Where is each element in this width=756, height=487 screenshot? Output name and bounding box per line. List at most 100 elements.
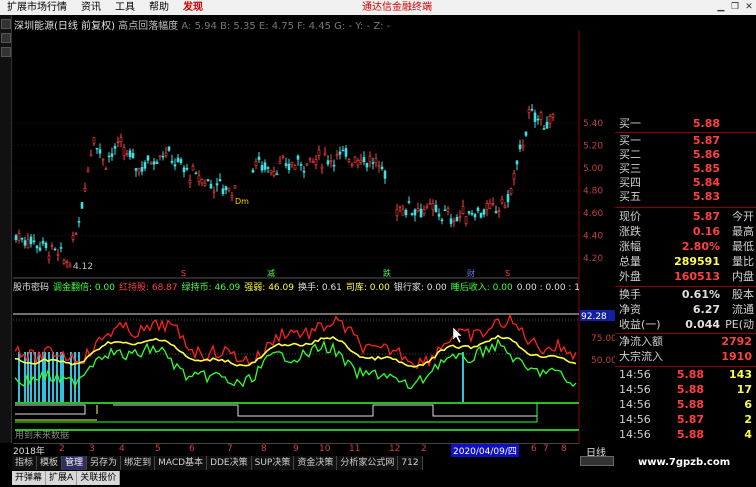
- bottom-tab[interactable]: 关联报价: [77, 471, 121, 485]
- formula-tab[interactable]: 管理: [62, 456, 88, 470]
- menu-item-help[interactable]: 帮助: [142, 0, 176, 15]
- candle-body: [38, 247, 42, 251]
- candle-body: [152, 161, 156, 165]
- tick-row[interactable]: 14:56 5.88 4: [617, 428, 756, 442]
- candle-body: [173, 164, 177, 167]
- candle-body: [482, 209, 486, 215]
- menu-item-tools[interactable]: 工具: [108, 0, 142, 15]
- candle-body: [485, 203, 489, 211]
- quote-value: 5.84: [692, 176, 720, 189]
- candle-body: [35, 245, 39, 249]
- candle-body: [275, 173, 279, 176]
- bid-row[interactable]: 买五 5.83: [617, 190, 756, 204]
- quote-label: 买五: [619, 190, 641, 203]
- bottom-tab[interactable]: 扩展A: [46, 471, 78, 485]
- tool-button[interactable]: [1, 47, 11, 57]
- month-tick: 10: [319, 444, 331, 454]
- chart-area[interactable]: 4.12 Dm S 减 跌 财 S 5.40 5.20 5.00 4.80 4.60 4.…: [13, 30, 615, 444]
- candle-body: [548, 116, 552, 124]
- candle-body: [164, 152, 168, 156]
- tool-button[interactable]: [1, 19, 11, 29]
- formula-tab[interactable]: DDE决策: [207, 456, 252, 470]
- indicator-value: 强弱: 46.09: [244, 283, 294, 293]
- formula-tab[interactable]: 模板: [37, 456, 63, 470]
- stat-row[interactable]: 总量 289591 量比: [617, 255, 756, 269]
- candle-body: [404, 209, 408, 216]
- stat-row[interactable]: 外盘 160513 内盘: [617, 270, 756, 284]
- candle-body: [266, 167, 270, 169]
- price-axis-label: 4.40: [583, 232, 603, 242]
- formula-tab[interactable]: 指标: [12, 456, 38, 470]
- event-marker[interactable]: 财: [467, 268, 475, 278]
- stat-row[interactable]: 净资 6.27 流通: [617, 303, 756, 317]
- candle-body: [470, 213, 474, 215]
- event-marker[interactable]: S: [505, 269, 510, 278]
- quote-value: 0.16: [692, 225, 720, 238]
- tick-row[interactable]: 14:56 5.87 2: [617, 413, 756, 427]
- candle-body: [215, 183, 219, 186]
- month-tick: 4: [119, 444, 125, 454]
- event-marker[interactable]: 减: [267, 268, 275, 278]
- formula-tab[interactable]: MACD基本: [155, 456, 208, 470]
- candle-body: [182, 167, 186, 173]
- bid-row[interactable]: 买四 5.84: [617, 176, 756, 190]
- restore-icon[interactable]: ❐: [728, 0, 742, 15]
- bid-row[interactable]: 买二 5.86: [617, 148, 756, 162]
- ask-row[interactable]: 买一 5.88: [617, 117, 756, 131]
- tick-row[interactable]: 14:56 5.88 143: [617, 368, 756, 382]
- menu-item-news[interactable]: 资讯: [74, 0, 108, 15]
- formula-tab[interactable]: 712: [398, 456, 423, 470]
- candle-body: [446, 208, 450, 212]
- formula-tab[interactable]: 资金决策: [294, 456, 338, 470]
- formula-tab[interactable]: 绑定到: [121, 456, 156, 470]
- tick-price: 5.88: [676, 428, 704, 441]
- stat-row[interactable]: 收益(一) 0.044 PE(动: [617, 318, 756, 332]
- tick-row[interactable]: 14:56 5.88 17: [617, 383, 756, 397]
- flow-row[interactable]: 大宗流入 1910: [617, 350, 756, 364]
- event-marker[interactable]: S: [181, 269, 186, 278]
- formula-tab[interactable]: SUP决策: [252, 456, 295, 470]
- bid-row[interactable]: 买一 5.87: [617, 134, 756, 148]
- close-icon[interactable]: ✕: [742, 0, 756, 15]
- flow-row[interactable]: 净流入额 2792: [617, 335, 756, 349]
- candle-body: [200, 178, 204, 184]
- candle-body: [209, 183, 213, 189]
- menu-item-market[interactable]: 扩展市场行情: [0, 0, 74, 15]
- stat-row[interactable]: 涨幅 2.80% 最低: [617, 240, 756, 254]
- bid-row[interactable]: 买三 5.85: [617, 162, 756, 176]
- minimize-icon[interactable]: ▁: [714, 0, 728, 15]
- promo-text[interactable]: 通达信金融终端: [362, 0, 432, 15]
- quote-label: 净资: [619, 303, 641, 316]
- candle-body: [362, 157, 366, 163]
- candle-body: [134, 168, 138, 171]
- price-axis-label: 5.00: [583, 164, 603, 174]
- tool-button[interactable]: [1, 33, 11, 43]
- candle-body: [185, 167, 189, 170]
- indicator-value: 调金翻倍: 0.00: [53, 283, 115, 293]
- formula-tab[interactable]: 另存为: [87, 456, 122, 470]
- price-axis-label: 5.40: [583, 119, 603, 129]
- candle-body: [542, 128, 546, 130]
- candle-body: [17, 233, 21, 241]
- quote-value: 5.85: [692, 162, 720, 175]
- candle-body: [62, 260, 66, 264]
- tab-scroller[interactable]: [580, 456, 614, 466]
- event-marker[interactable]: 跌: [383, 268, 391, 278]
- candle-body: [113, 146, 117, 149]
- candle-body: [503, 205, 507, 208]
- candle-body: [290, 161, 294, 166]
- candle-body: [56, 253, 60, 256]
- tick-row[interactable]: 14:56 5.88 6: [617, 398, 756, 412]
- stat-row[interactable]: 现价 5.87 今开: [617, 210, 756, 224]
- menu-item-discover[interactable]: 发现: [176, 0, 210, 15]
- formula-tab[interactable]: 分析家公式网: [337, 456, 399, 470]
- green-series-line: [14, 337, 577, 390]
- candle-body: [506, 194, 510, 203]
- stat-row[interactable]: 涨跌 0.16 最高: [617, 225, 756, 239]
- bottom-tab[interactable]: 开弹幕: [12, 471, 47, 485]
- candle-body: [509, 188, 513, 195]
- candle-body: [521, 145, 525, 148]
- candle-body: [44, 242, 48, 248]
- stat-row[interactable]: 换手 0.61% 股本: [617, 288, 756, 302]
- month-tick: 7: [227, 444, 233, 454]
